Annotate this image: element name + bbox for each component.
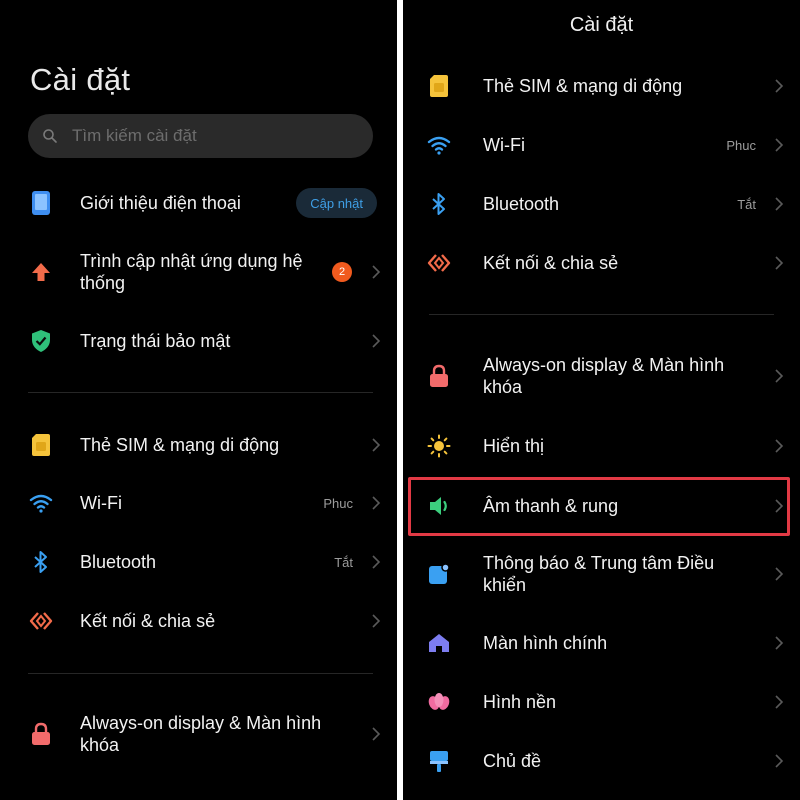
settings-item-label: Always-on display & Màn hình khóa [483, 355, 725, 397]
chevron-right-icon [372, 614, 381, 628]
chevron-right-icon [775, 754, 784, 768]
settings-item-label: Bluetooth [80, 552, 157, 572]
settings-item-bluetooth[interactable]: Bluetooth Tắt [403, 176, 800, 232]
bluetooth-status-value: Tắt [334, 554, 353, 570]
settings-item-label: Kết nối & chia sẻ [483, 253, 619, 273]
share-icon [27, 607, 55, 635]
chevron-right-icon [372, 438, 381, 452]
settings-item-label: Hiển thị [483, 436, 545, 456]
sim-card-icon [425, 72, 453, 100]
settings-item-display[interactable]: Hiển thị [403, 418, 800, 474]
bluetooth-icon [425, 190, 453, 218]
settings-screen-left: Cài đặt Tìm kiếm cài đặt Giới thiệu điện… [0, 0, 397, 800]
update-count-badge: 2 [332, 262, 352, 282]
chevron-right-icon [775, 138, 784, 152]
phone-icon [27, 189, 55, 217]
chevron-right-icon [775, 256, 784, 270]
update-button[interactable]: Cập nhật [296, 188, 377, 218]
settings-item-security-status[interactable]: Trạng thái bảo mật [0, 313, 397, 369]
settings-item-label: Chủ đề [483, 751, 542, 771]
chevron-right-icon [775, 369, 784, 383]
page-title: Cài đặt [569, 14, 634, 36]
settings-item-label: Trình cập nhật ứng dụng hệ thống [80, 251, 303, 293]
settings-item-connection-sharing[interactable]: Kết nối & chia sẻ [403, 235, 800, 291]
section-divider [28, 392, 373, 393]
chevron-right-icon [372, 555, 381, 569]
section-divider [28, 673, 373, 674]
settings-item-about-phone[interactable]: Giới thiệu điện thoại Cập nhật [0, 175, 397, 231]
lock-icon [425, 362, 453, 390]
flower-icon [425, 688, 453, 716]
settings-screen-right: Cài đặt Thẻ SIM & mạng di động Wi-Fi Phu… [403, 0, 800, 800]
chevron-right-icon [372, 727, 381, 741]
settings-item-sim-cards[interactable]: Thẻ SIM & mạng di động [403, 58, 800, 114]
section-divider [429, 314, 774, 315]
share-icon [425, 249, 453, 277]
settings-item-always-on-lock-screen[interactable]: Always-on display & Màn hình khóa [0, 706, 397, 762]
settings-item-connection-sharing[interactable]: Kết nối & chia sẻ [0, 593, 397, 649]
settings-item-wallpaper[interactable]: Hình nền [403, 674, 800, 730]
chevron-right-icon [775, 79, 784, 93]
bluetooth-status-value: Tắt [737, 196, 756, 212]
chevron-right-icon [775, 439, 784, 453]
wifi-network-value: Phuc [323, 495, 353, 511]
settings-item-wifi[interactable]: Wi-Fi Phuc [0, 475, 397, 531]
settings-item-always-on-lock-screen[interactable]: Always-on display & Màn hình khóa [403, 348, 800, 404]
chevron-right-icon [372, 496, 381, 510]
settings-item-system-apps-updater[interactable]: Trình cập nhật ứng dụng hệ thống 2 [0, 244, 397, 300]
page-title: Cài đặt [30, 62, 131, 97]
sim-card-icon [27, 431, 55, 459]
chevron-right-icon [775, 567, 784, 581]
chevron-right-icon [372, 265, 381, 279]
settings-item-label: Giới thiệu điện thoại [80, 193, 241, 213]
theme-brush-icon [425, 747, 453, 775]
settings-item-label: Thông báo & Trung tâm Điều khiển [483, 553, 715, 595]
lock-icon [27, 720, 55, 748]
search-placeholder: Tìm kiếm cài đặt [72, 126, 197, 145]
chevron-right-icon [372, 334, 381, 348]
bluetooth-icon [27, 548, 55, 576]
chevron-right-icon [775, 636, 784, 650]
chevron-right-icon [775, 197, 784, 211]
search-input[interactable]: Tìm kiếm cài đặt [28, 114, 373, 158]
notification-icon [425, 560, 453, 588]
settings-item-home-screen[interactable]: Màn hình chính [403, 615, 800, 671]
home-icon [425, 629, 453, 657]
wifi-network-value: Phuc [726, 137, 756, 153]
highlight-frame [408, 477, 790, 536]
sun-icon [425, 432, 453, 460]
arrow-up-icon [27, 258, 55, 286]
settings-item-label: Hình nền [483, 692, 557, 712]
settings-item-sim-cards[interactable]: Thẻ SIM & mạng di động [0, 417, 397, 473]
wifi-icon [425, 131, 453, 159]
settings-item-bluetooth[interactable]: Bluetooth Tắt [0, 534, 397, 590]
settings-item-themes[interactable]: Chủ đề [403, 733, 800, 789]
settings-item-wifi[interactable]: Wi-Fi Phuc [403, 117, 800, 173]
search-icon [43, 129, 57, 143]
settings-item-label: Kết nối & chia sẻ [80, 611, 216, 631]
settings-item-notifications-control-center[interactable]: Thông báo & Trung tâm Điều khiển [403, 546, 800, 602]
settings-item-label: Màn hình chính [483, 633, 608, 653]
chevron-right-icon [775, 695, 784, 709]
shield-check-icon [27, 327, 55, 355]
settings-item-label: Bluetooth [483, 194, 560, 214]
settings-item-label: Always-on display & Màn hình khóa [80, 713, 322, 755]
settings-item-label: Trạng thái bảo mật [80, 331, 231, 351]
settings-item-label: Wi-Fi [483, 135, 525, 155]
settings-item-label: Wi-Fi [80, 493, 122, 513]
wifi-icon [27, 489, 55, 517]
settings-item-label: Thẻ SIM & mạng di động [80, 435, 280, 455]
settings-item-label: Thẻ SIM & mạng di động [483, 76, 683, 96]
